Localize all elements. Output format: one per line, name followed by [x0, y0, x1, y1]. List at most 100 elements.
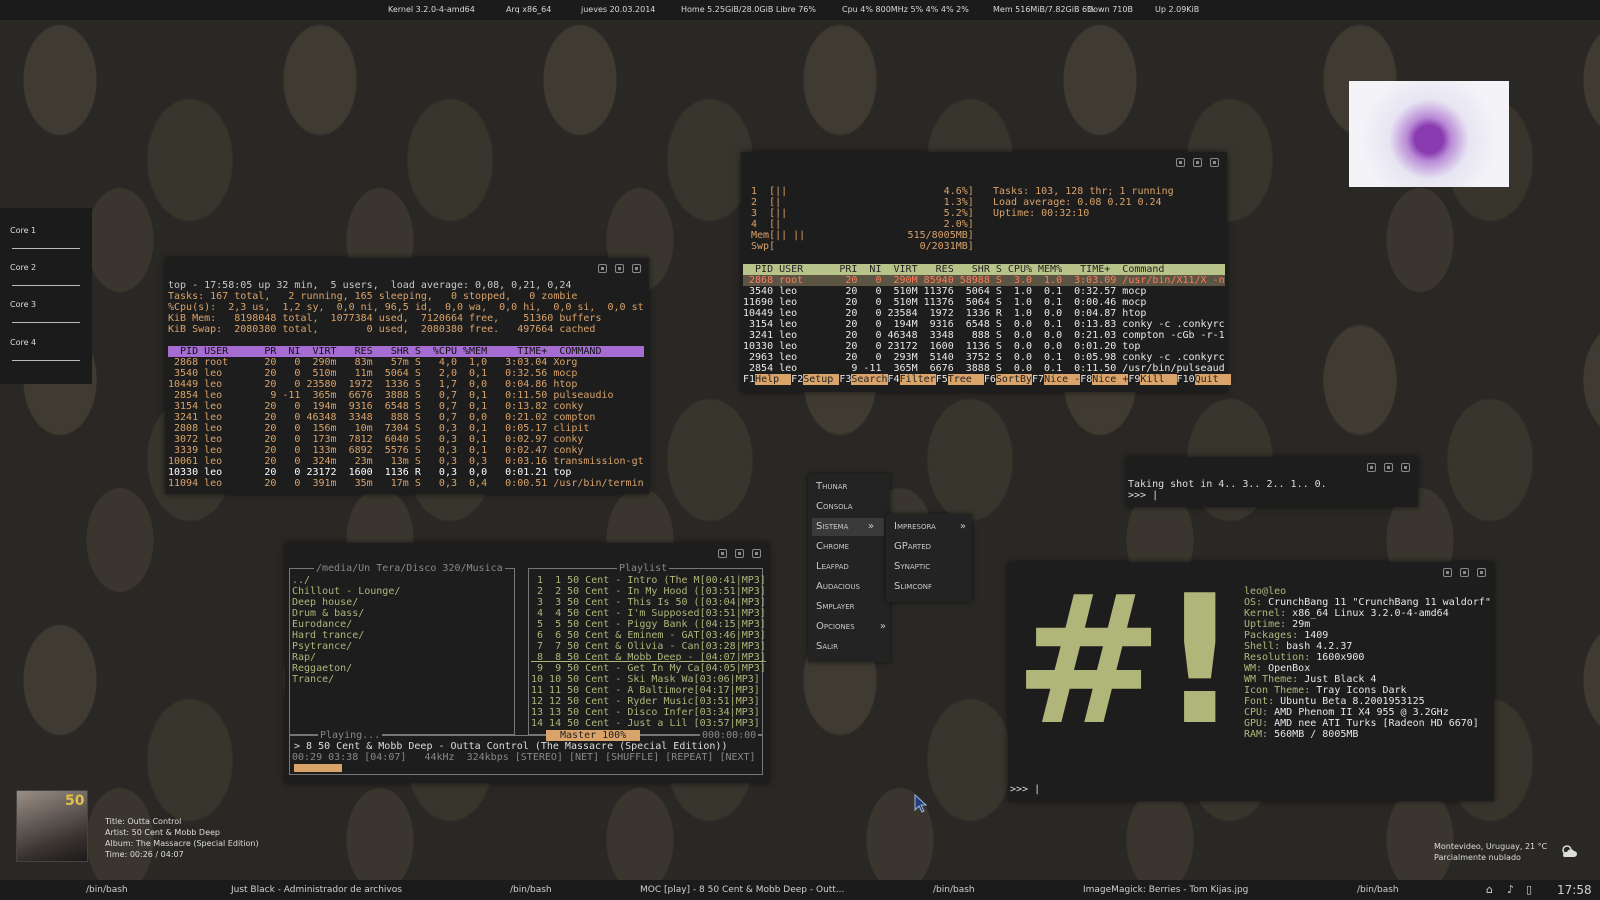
moc-playlist-item[interactable]: 9 9 50 Cent - Get In My Ca[04:05|MP3] — [531, 663, 766, 674]
moc-playlist-item[interactable]: 11 11 50 Cent - A Baltimore[04:17|MP3] — [531, 685, 760, 696]
moc-directory-item[interactable]: Deep house/ — [292, 597, 358, 608]
function-key-label[interactable]: Quit — [1194, 374, 1231, 385]
moc-playlist-item[interactable]: 14 14 50 Cent - Just a Lil [03:57|MP3] — [531, 718, 760, 729]
scrot-terminal-window[interactable]: Taking shot in 4.. 3.. 2.. 1.. 0. >>> | — [1126, 457, 1418, 507]
moc-progress-bar[interactable] — [294, 764, 342, 772]
moc-directory-item[interactable]: Drum & bass/ — [292, 608, 364, 619]
moc-playlist-item[interactable]: 8 8 50 Cent & Mobb Deep - [04:07|MP3] — [531, 652, 766, 663]
top-process-row[interactable]: 2854 leo 9 -11 365m 6676 3888 S 0,7 0,1 … — [168, 390, 614, 401]
screenfetch-terminal-window[interactable]: #! leo@leo OS: CrunchBang 11 "CrunchBang… — [1008, 562, 1494, 801]
function-key-label[interactable]: Help — [755, 374, 792, 385]
htop-process-row[interactable]: 10330 leo 20 0 23172 1600 1136 S 0.0 0.0… — [743, 341, 1140, 352]
menu-item-chrome[interactable]: Chrome — [816, 538, 849, 556]
htop-meter[interactable]: Mem[|| || 515/8005MB] — [745, 230, 974, 241]
htop-terminal-window[interactable]: 1 [|| 4.6%] 2 [| 1.3%] 3 [|| 5.2%] 4 [| … — [741, 152, 1231, 392]
clipboard-icon[interactable]: ▯ — [1526, 883, 1532, 896]
minimize-icon[interactable] — [1443, 568, 1452, 577]
htop-process-row[interactable]: 3540 leo 20 0 510M 11376 5064 S 1.0 0.1 … — [743, 286, 1146, 297]
submenu-item-impresora[interactable]: Impresora » — [894, 518, 966, 536]
submenu-item-synaptic[interactable]: Synaptic — [894, 558, 930, 576]
htop-meter[interactable]: 2 [| 1.3%] — [745, 197, 974, 208]
taskbar-item[interactable]: ImageMagick: Berries - Tom Kijas.jpg — [1083, 885, 1248, 895]
minimize-icon[interactable] — [1176, 158, 1185, 167]
top-process-row[interactable]: 2868 root 20 0 290m 83m 57m S 4,0 1,0 3:… — [168, 357, 577, 368]
volume-icon[interactable]: ♪ — [1507, 883, 1514, 896]
top-process-row[interactable]: 3540 leo 20 0 510m 11m 5064 S 2,0 0,1 0:… — [168, 368, 577, 379]
moc-playlist-item[interactable]: 4 4 50 Cent - I'm Supposed[03:51|MP3] — [531, 608, 766, 619]
maximize-icon[interactable] — [1384, 463, 1393, 472]
moc-playlist-item[interactable]: 5 5 50 Cent - Piggy Bank ([04:15|MP3] — [531, 619, 766, 630]
htop-process-row[interactable]: 3241 leo 20 0 46348 3348 888 S 0.0 0.0 0… — [743, 330, 1225, 341]
moc-directory-item[interactable]: ../ — [292, 575, 310, 586]
taskbar-item[interactable]: Just Black - Administrador de archivos — [231, 885, 402, 895]
taskbar-item[interactable]: /bin/bash — [1357, 885, 1399, 895]
top-process-row[interactable]: 10330 leo 20 0 23172 1600 1136 R 0,3 0,0… — [168, 467, 571, 478]
function-key-label[interactable]: Search — [851, 374, 888, 385]
top-process-row[interactable]: 3154 leo 20 0 194m 9316 6548 S 0,7 0,1 0… — [168, 401, 583, 412]
close-icon[interactable] — [1477, 568, 1486, 577]
maximize-icon[interactable] — [615, 264, 624, 273]
moc-directory-item[interactable]: Rap/ — [292, 652, 316, 663]
htop-process-row[interactable]: 2854 leo 9 -11 365M 6676 3888 S 0.0 0.1 … — [743, 363, 1225, 374]
htop-info-line[interactable]: Uptime: 00:32:10 — [993, 208, 1089, 219]
htop-info-line[interactable]: Load average: 0.08 0.21 0.24 — [993, 197, 1162, 208]
function-key-label[interactable]: Nice - — [1044, 374, 1081, 385]
clock[interactable]: 17:58 — [1557, 883, 1592, 897]
maximize-icon[interactable] — [735, 549, 744, 558]
menu-item-salir[interactable]: Salir — [816, 638, 838, 656]
maximize-icon[interactable] — [1460, 568, 1469, 577]
close-icon[interactable] — [1210, 158, 1219, 167]
function-key-label[interactable]: SortBy — [995, 374, 1033, 385]
taskbar-item[interactable]: /bin/bash — [933, 885, 975, 895]
openbox-root-menu[interactable]: Thunar Consola Sistema » Chrome Leafpad A… — [808, 474, 890, 662]
moc-directory-item[interactable]: Hard trance/ — [292, 630, 364, 641]
htop-process-row[interactable]: 3154 leo 20 0 194M 9316 6548 S 0.0 0.1 0… — [743, 319, 1225, 330]
moc-playlist-item[interactable]: 1 1 50 Cent - Intro (The M[00:41|MP3] — [531, 575, 766, 586]
moc-playlist-pane[interactable]: Playlist 1 1 50 Cent - Intro (The M[00:4… — [528, 563, 766, 735]
top-process-row[interactable]: 2808 leo 20 0 156m 10m 7304 S 0,3 0,1 0:… — [168, 423, 589, 434]
image-preview-berries[interactable] — [1349, 81, 1509, 187]
moc-playlist-list[interactable]: 1 1 50 Cent - Intro (The M[00:41|MP3] 2 … — [531, 575, 766, 729]
close-icon[interactable] — [632, 264, 641, 273]
menu-item-sistema[interactable]: Sistema » — [812, 518, 884, 536]
moc-directory-item[interactable]: Chillout - Lounge/ — [292, 586, 400, 597]
top-terminal-window[interactable]: top - 17:58:05 up 32 min, 5 users, load … — [165, 258, 649, 494]
moc-playlist-item[interactable]: 10 10 50 Cent - Ski Mask Wa[03:06|MP3] — [531, 674, 760, 685]
htop-meter[interactable]: 4 [| 2.0%] — [745, 219, 974, 230]
htop-process-row[interactable]: 2963 leo 20 0 293M 5140 3752 S 0.0 0.1 0… — [743, 352, 1225, 363]
top-process-row[interactable]: 11094 leo 20 0 391m 35m 17m S 0,3 0,4 0:… — [168, 478, 644, 489]
prompt[interactable]: >>> | — [1010, 784, 1040, 795]
top-process-row[interactable]: 3072 leo 20 0 173m 7812 6040 S 0,3 0,1 0… — [168, 434, 583, 445]
moc-playlist-item[interactable]: 13 13 50 Cent - Disco Infer[03:34|MP3] — [531, 707, 760, 718]
top-process-row[interactable]: 10449 leo 20 0 23580 1972 1336 S 1,7 0,0… — [168, 379, 577, 390]
moc-playlist-item[interactable]: 7 7 50 Cent & Olivia - Can[03:28|MP3] — [531, 641, 766, 652]
moc-directory-pane[interactable]: /media/Un Tera/Disco 320/Musica ../ Chil… — [289, 563, 515, 735]
moc-volume-bar[interactable]: Master 100% — [546, 730, 641, 741]
submenu-item-gparted[interactable]: GParted — [894, 538, 931, 556]
openbox-sistema-submenu[interactable]: Impresora » GParted Synaptic Slimconf — [886, 514, 972, 602]
moc-playlist-item[interactable]: 12 12 50 Cent - Ryder Music[03:51|MP3] — [531, 696, 760, 707]
top-process-row[interactable]: 3339 leo 20 0 133m 6892 5576 S 0,3 0,1 0… — [168, 445, 583, 456]
moc-directory-item[interactable]: Trance/ — [292, 674, 334, 685]
network-icon[interactable]: ⌂ — [1486, 883, 1493, 896]
moc-playlist-item[interactable]: 6 6 50 Cent & Eminem - GAT[03:46|MP3] — [531, 630, 766, 641]
moc-directory-list[interactable]: ../ Chillout - Lounge/ Deep house/ Drum … — [292, 575, 400, 685]
htop-meter[interactable]: 3 [|| 5.2%] — [745, 208, 974, 219]
submenu-item-slimconf[interactable]: Slimconf — [894, 578, 932, 596]
function-key-label[interactable]: Filter — [899, 374, 936, 385]
htop-meter[interactable]: Swp[ 0/2031MB] — [745, 241, 974, 252]
menu-item-thunar[interactable]: Thunar — [816, 478, 847, 496]
menu-item-opciones[interactable]: Opciones » — [816, 618, 886, 636]
htop-process-row[interactable]: 11690 leo 20 0 510M 11376 5064 S 1.0 0.1… — [743, 297, 1146, 308]
top-process-row[interactable]: 10061 leo 20 0 324m 23m 13m S 0,3 0,3 0:… — [168, 456, 644, 467]
htop-process-row[interactable]: 10449 leo 20 0 23584 1972 1336 R 1.0 0.0… — [743, 308, 1146, 319]
prompt[interactable]: >>> | — [1128, 490, 1158, 501]
close-icon[interactable] — [1401, 463, 1410, 472]
menu-item-audacious[interactable]: Audacious — [816, 578, 860, 596]
function-key-label[interactable]: Nice + — [1092, 374, 1129, 385]
function-key-label[interactable]: Kill — [1140, 374, 1177, 385]
htop-meter[interactable]: 1 [|| 4.6%] — [745, 186, 974, 197]
taskbar-item[interactable]: /bin/bash — [510, 885, 552, 895]
minimize-icon[interactable] — [718, 549, 727, 558]
menu-item-leafpad[interactable]: Leafpad — [816, 558, 849, 576]
